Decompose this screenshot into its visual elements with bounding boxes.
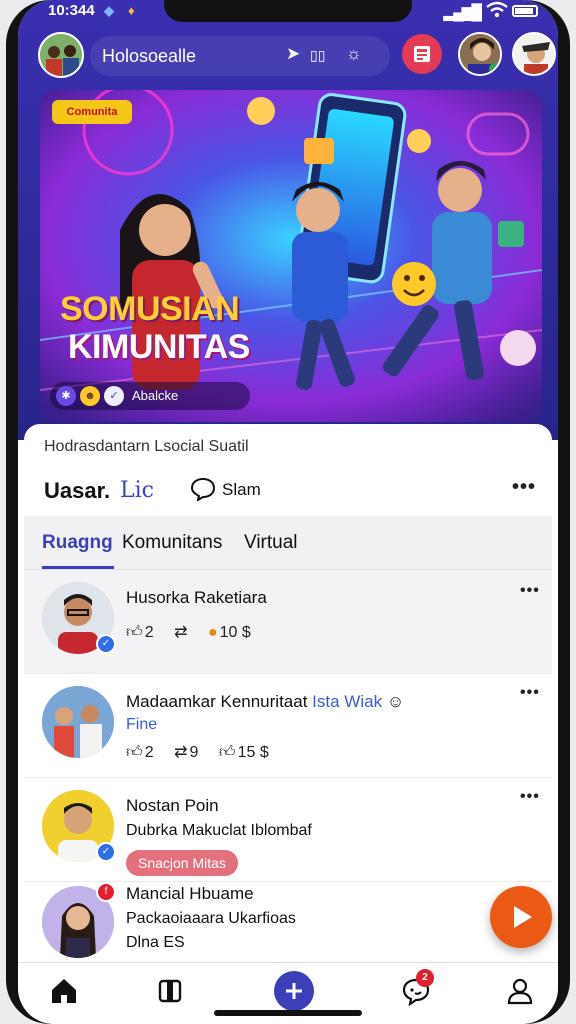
battery-icon <box>512 5 538 17</box>
notification-badge: 2 <box>416 969 434 987</box>
list-item[interactable]: f Mancial Hbuame Packaoiaaara Ukarfioas … <box>24 882 552 964</box>
friend-avatar[interactable] <box>458 32 502 76</box>
tab-bar: Ruagng Komunitans Virtual <box>24 516 552 570</box>
screen: 10:344 ◆ ♦ ▂▄▆█ Holosoealle ➤ ▯▯ ☼ Comun… <box>18 0 558 1024</box>
banner-title-line1: SOMUSIAN <box>60 290 240 328</box>
wifi-icon <box>486 1 508 23</box>
post-text: Fine <box>126 716 158 733</box>
like-icon[interactable]: 👍︎ <box>219 744 236 761</box>
comment-action-label[interactable]: Slam <box>222 480 261 500</box>
send-icon[interactable]: ➤ <box>286 44 300 64</box>
spark-icon[interactable]: ☼ <box>346 44 362 64</box>
banner-title-line2: KIMUNITAS <box>68 328 250 366</box>
post-author[interactable]: Husorka Raketiara <box>126 588 267 608</box>
chat-icon[interactable]: 2 <box>398 969 434 1009</box>
post-author[interactable]: Madaamkar Kennuritaat Ista Wiak ☺ <box>126 692 404 712</box>
list-item[interactable]: ✓ Nostan Poin Dubrka Makuclat Iblombaf S… <box>24 778 552 882</box>
signal-icon: ▂▄▆█ <box>443 4 482 21</box>
search-text: Holosoealle <box>102 46 197 66</box>
profile-avatar[interactable] <box>512 32 556 76</box>
post-more-icon[interactable]: ••• <box>520 684 540 702</box>
active-tab-indicator <box>42 566 114 569</box>
top-header: Holosoealle ➤ ▯▯ ☼ <box>18 30 558 82</box>
verified-icon: ✓ <box>96 842 116 862</box>
coin-icon: ● <box>207 624 218 641</box>
feed-sheet: Hodrasdantarn Lsocial Suatil Uasar. Lic … <box>24 424 552 964</box>
play-fab-button[interactable] <box>490 886 552 948</box>
post-author-text: Madaamkar Kennuritaat <box>126 692 308 711</box>
banner-footer[interactable]: ✱ ☻ ✓ Abalcke <box>50 382 250 410</box>
grid-icon[interactable]: ▯▯ <box>310 47 325 64</box>
post-shares: 9 <box>189 744 199 761</box>
list-item[interactable]: Madaamkar Kennuritaat Ista Wiak ☺ Fine 👍… <box>24 674 552 778</box>
share-icon[interactable]: ⇄ <box>174 744 187 761</box>
action-row: Uasar. Lic Slam ••• <box>24 468 552 508</box>
post-author[interactable]: Mancial Hbuame <box>126 884 254 904</box>
badge-icon: ✓ <box>104 386 124 406</box>
play-icon <box>514 906 532 928</box>
share-icon[interactable]: ⇄ <box>174 624 187 641</box>
phone-frame: 10:344 ◆ ♦ ▂▄▆█ Holosoealle ➤ ▯▯ ☼ Comun… <box>6 0 570 1024</box>
home-icon[interactable] <box>46 973 82 1009</box>
tab-virtual[interactable]: Virtual <box>244 532 298 554</box>
banner-title: SOMUSIAN KIMUNITAS <box>60 290 250 366</box>
notification-dot: f <box>96 882 116 902</box>
post-likes: 2 <box>144 744 154 761</box>
post-more-icon[interactable]: ••• <box>520 582 540 600</box>
post-stats: 👍︎ 2 ⇄ ● 10 $ <box>126 622 267 642</box>
status-time: 10:344 <box>48 2 95 19</box>
banner-illustration <box>40 90 542 422</box>
search-bar[interactable]: Holosoealle ➤ ▯▯ ☼ <box>90 36 390 76</box>
emoji-icon: ☻ <box>80 386 100 406</box>
like-action-label[interactable]: Lic <box>120 478 154 503</box>
more-icon[interactable]: ••• <box>512 476 536 499</box>
banner-tag: Comunita <box>52 100 132 124</box>
group-avatar[interactable] <box>38 32 84 78</box>
shield-icon: ◆ <box>104 3 114 18</box>
post-text: Dubrka Makuclat Iblombaf <box>126 822 312 839</box>
post-count: 15 $ <box>237 744 269 761</box>
tab-komunitans[interactable]: Komunitans <box>122 532 222 554</box>
feed-subtitle: Hodrasdantarn Lsocial Suatil <box>44 438 249 455</box>
profile-icon[interactable] <box>502 973 538 1009</box>
like-icon[interactable]: 👍︎ <box>126 624 143 641</box>
post-stats: 👍︎ 2 ⇄ 9 👍︎ 15 $ <box>126 742 285 762</box>
alert-icon: ♦ <box>128 3 135 18</box>
post-author[interactable]: Nostan Poin <box>126 796 219 816</box>
camera-notch <box>164 0 412 22</box>
avatar[interactable] <box>42 686 114 758</box>
emoji-icon: ☺ <box>386 692 405 711</box>
list-item[interactable]: ✓ Husorka Raketiara 👍︎ 2 ⇄ ● 10 $ ••• <box>24 570 552 674</box>
comment-icon[interactable] <box>190 477 216 506</box>
post-text: Packaoiaaara Ukarfioas <box>126 910 296 927</box>
media-button[interactable] <box>402 34 442 74</box>
featured-banner[interactable]: Comunita SOMUSIAN KIMUNITAS ✱ ☻ ✓ Abalck… <box>40 90 542 422</box>
verified-icon: ✓ <box>96 634 116 654</box>
post-likes: 2 <box>144 624 154 641</box>
home-indicator <box>214 1010 362 1016</box>
post-more-icon[interactable]: ••• <box>520 788 540 806</box>
media-icon <box>414 46 430 62</box>
post-author-link[interactable]: Ista Wiak <box>312 692 382 711</box>
post-text-2: Dlna ES <box>126 934 185 951</box>
tab-ruagng[interactable]: Ruagng <box>42 532 113 554</box>
like-icon[interactable]: 👍︎ <box>126 744 143 761</box>
banner-footer-text: Abalcke <box>132 388 179 403</box>
star-icon: ✱ <box>56 386 76 406</box>
user-action-label[interactable]: Uasar. <box>44 478 110 504</box>
plus-icon <box>286 983 302 999</box>
post-count: 10 $ <box>219 624 251 641</box>
library-icon[interactable] <box>152 973 188 1009</box>
post-tag-pill[interactable]: Snacjon Mitas <box>126 850 238 876</box>
create-post-button[interactable] <box>274 971 314 1011</box>
